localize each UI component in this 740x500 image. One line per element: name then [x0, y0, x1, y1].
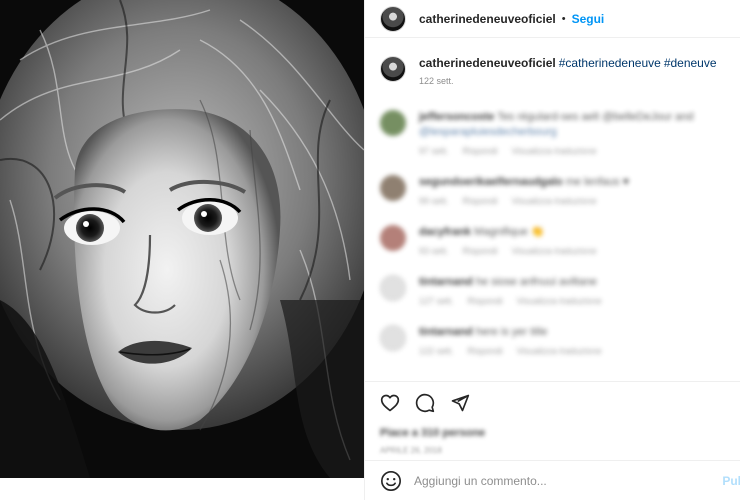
post-actions: [365, 381, 740, 423]
portrait-image: [0, 0, 364, 478]
smiley-icon[interactable]: [380, 470, 402, 492]
comment-text: here is yer title: [475, 326, 548, 338]
commenter-avatar[interactable]: [380, 325, 406, 351]
comment-mention[interactable]: @lesparapluiesdecherbourg: [419, 126, 557, 138]
commenter-avatar[interactable]: [380, 275, 406, 301]
comment-time: 127 sett.: [419, 296, 454, 306]
reply-button[interactable]: Rispondi: [463, 196, 498, 206]
comment-item: segundoerikaelfernaudgalo me lenfaus ♥ 9…: [380, 175, 730, 206]
translate-button[interactable]: Visualizza traduzione: [512, 146, 597, 156]
commenter-avatar[interactable]: [380, 175, 406, 201]
reply-button[interactable]: Rispondi: [468, 296, 503, 306]
caption-timestamp: 122 sett.: [419, 76, 454, 86]
comment-icon[interactable]: [415, 393, 435, 413]
commenter-avatar[interactable]: [380, 110, 406, 136]
reply-button[interactable]: Rispondi: [468, 346, 503, 356]
heart-icon[interactable]: [380, 393, 400, 413]
post-details: catherinedeneuveoficiel • Segui catherin…: [364, 0, 740, 500]
commenter-username[interactable]: jeffersoncoste: [419, 111, 494, 123]
comment-item: tintarnand he siose anfnuui aviltane 127…: [380, 275, 730, 306]
comment-item: dacyfrank Magnifique 👏 93 sett. Rispondi V…: [380, 225, 730, 256]
reply-button[interactable]: Rispondi: [463, 246, 498, 256]
comment-time: 99 sett.: [419, 196, 449, 206]
post-caption: catherinedeneuveoficiel #catherinedeneuve…: [380, 55, 730, 86]
likes-count[interactable]: Piace a 310 persone: [380, 427, 485, 439]
commenter-username[interactable]: tintarnand: [419, 326, 473, 338]
comment-text: Magnifique 👏: [474, 226, 545, 238]
translate-button[interactable]: Visualizza traduzione: [517, 296, 602, 306]
caption-avatar[interactable]: [380, 56, 406, 82]
publish-button[interactable]: Pul: [722, 474, 740, 488]
translate-button[interactable]: Visualizza traduzione: [512, 196, 597, 206]
caption-username[interactable]: catherinedeneuveoficiel: [419, 56, 556, 70]
comment-text: me lenfaus ♥: [565, 176, 630, 188]
reply-button[interactable]: Rispondi: [463, 146, 498, 156]
commenter-username[interactable]: segundoerikaelfernaudgalo: [419, 176, 563, 188]
follow-button[interactable]: Segui: [572, 12, 605, 26]
comment-input[interactable]: [414, 473, 694, 488]
comment-time: 93 sett.: [419, 246, 449, 256]
add-comment-bar: Pul: [365, 460, 740, 500]
comment-item: tintarnand here is yer title 122 sett. Ri…: [380, 325, 730, 356]
post-date: APRILE 26, 2018: [380, 446, 442, 455]
separator-dot: •: [561, 12, 566, 25]
commenter-username[interactable]: dacyfrank: [419, 226, 471, 238]
post-photo[interactable]: [0, 0, 364, 478]
translate-button[interactable]: Visualizza traduzione: [512, 246, 597, 256]
comment-text: he siose anfnuui aviltane: [475, 276, 597, 288]
paper-plane-icon[interactable]: [450, 393, 470, 413]
author-username[interactable]: catherinedeneuveoficiel: [419, 12, 556, 26]
comment-time: 97 sett.: [419, 146, 449, 156]
commenter-avatar[interactable]: [380, 225, 406, 251]
commenter-username[interactable]: tintarnand: [419, 276, 473, 288]
translate-button[interactable]: Visualizza traduzione: [517, 346, 602, 356]
comment-text: Tes régulard-ses aelt @belleDeJour and: [497, 111, 694, 123]
comment-time: 122 sett.: [419, 346, 454, 356]
hashtag-link[interactable]: #deneuve: [664, 56, 717, 70]
post-header: catherinedeneuveoficiel • Segui: [365, 0, 740, 38]
comment-item: jeffersoncoste Tes régulard-ses aelt @be…: [380, 110, 730, 156]
hashtag-link[interactable]: #catherinedeneuve: [559, 56, 661, 70]
comments-list[interactable]: jeffersoncoste Tes régulard-ses aelt @be…: [380, 110, 730, 378]
author-avatar[interactable]: [380, 5, 406, 32]
